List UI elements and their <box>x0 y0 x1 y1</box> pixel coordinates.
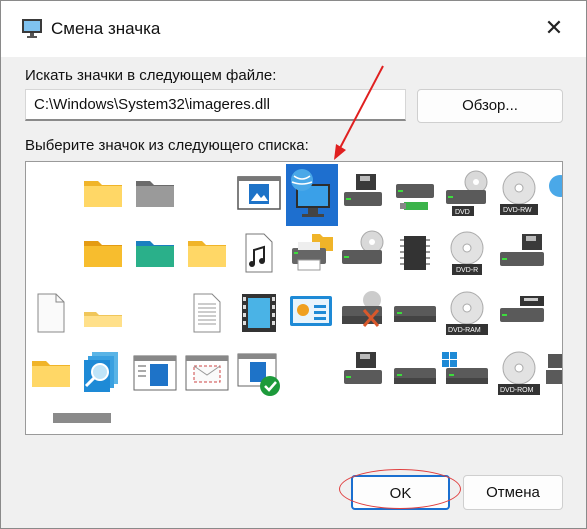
globe-partial-icon[interactable] <box>546 168 562 218</box>
file-path-input[interactable] <box>25 89 406 121</box>
cd-drive-icon[interactable] <box>338 228 388 278</box>
title-bar: Смена значка ✕ <box>1 1 586 57</box>
folder-yellow-icon[interactable] <box>26 348 76 398</box>
dvd-rom-icon[interactable]: DVD-ROM <box>494 348 544 398</box>
dvd-rw-text: DVD-RW <box>503 207 532 214</box>
dvd-rw-icon[interactable]: DVD-RW <box>494 168 544 218</box>
list-label: Выберите значок из следующего списка: <box>25 137 309 154</box>
drive-error-icon[interactable] <box>338 288 388 338</box>
dvd-text: DVD <box>455 209 470 216</box>
music-file-icon[interactable] <box>234 228 284 278</box>
close-icon[interactable]: ✕ <box>541 15 567 41</box>
dvd-drive-icon[interactable]: DVD <box>442 168 492 218</box>
usb-drive-icon[interactable] <box>390 168 440 218</box>
dvd-r-icon[interactable]: DVD-R <box>442 228 492 278</box>
dvd-r-text: DVD-R <box>456 267 478 274</box>
blank-icon[interactable] <box>26 228 76 278</box>
dvd-ram-icon[interactable]: DVD-RAM <box>442 288 492 338</box>
monitor-app-icon <box>22 19 42 38</box>
floppy-partial-icon[interactable] <box>494 228 544 278</box>
window-app-icon[interactable] <box>130 348 180 398</box>
globe-monitor-icon[interactable] <box>286 164 338 226</box>
dvd-ram-text: DVD-RAM <box>448 327 481 334</box>
drive-icon[interactable] <box>390 288 440 338</box>
printer-folder-icon[interactable] <box>286 228 336 278</box>
browse-button[interactable]: Обзор... <box>417 89 563 123</box>
checked-window-icon[interactable] <box>234 348 284 398</box>
folder-empty-icon[interactable] <box>78 288 128 338</box>
folder-green-icon[interactable] <box>130 228 180 278</box>
presentation-icon[interactable] <box>286 288 336 338</box>
change-icon-dialog: Смена значка ✕ Искать значки в следующем… <box>0 0 587 529</box>
drive-icon[interactable] <box>390 348 440 398</box>
blank-icon[interactable] <box>182 168 232 218</box>
mail-window-icon[interactable] <box>182 348 232 398</box>
blank-file-icon[interactable] <box>26 288 76 338</box>
chip-icon[interactable] <box>390 228 440 278</box>
icon-list[interactable]: DVD DVD-RW DVD-R DVD-RAM DVD-ROM <box>25 161 563 435</box>
tape-drive-icon[interactable] <box>494 288 544 338</box>
text-file-icon[interactable] <box>182 288 232 338</box>
folder-gray-icon[interactable] <box>130 168 180 218</box>
blank-icon[interactable] <box>26 168 76 218</box>
file-label: Искать значки в следующем файле: <box>25 67 277 84</box>
windows-drive-icon[interactable] <box>442 348 492 398</box>
dvd-rom-text: DVD-ROM <box>500 387 534 394</box>
picture-window-icon[interactable] <box>234 168 284 218</box>
window-title: Смена значка <box>51 19 161 38</box>
search-pages-icon[interactable] <box>78 348 128 398</box>
folder-yellow-icon[interactable] <box>78 168 128 218</box>
horizontal-scrollbar-thumb[interactable] <box>53 413 111 423</box>
highlight-ellipse <box>339 469 461 509</box>
floppy-drive-icon[interactable] <box>338 348 388 398</box>
removable-drive-icon[interactable] <box>546 348 562 398</box>
video-file-icon[interactable] <box>234 288 284 338</box>
folder-yellow-icon[interactable] <box>182 228 232 278</box>
floppy-drive-icon[interactable] <box>338 168 388 218</box>
folder-orange-icon[interactable] <box>78 228 128 278</box>
cancel-button[interactable]: Отмена <box>463 475 563 510</box>
